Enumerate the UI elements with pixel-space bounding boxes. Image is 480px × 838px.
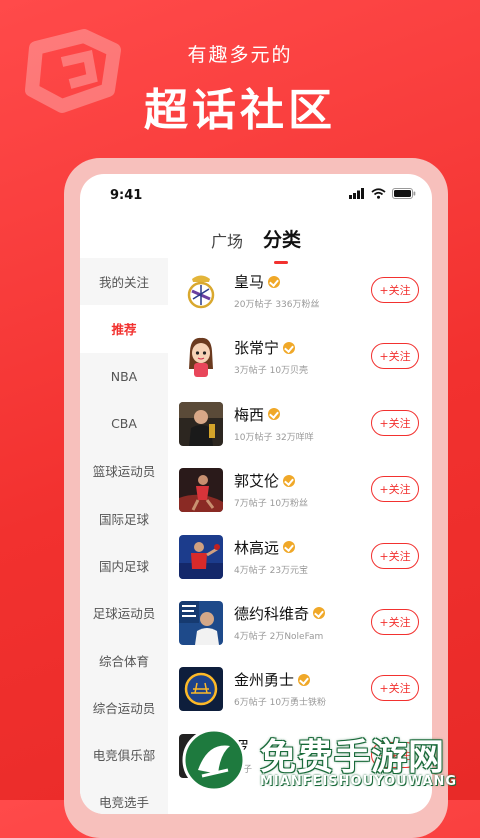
community-name: 林高远 <box>234 537 296 558</box>
cartoon-girl-icon <box>179 335 223 380</box>
sidebar-item-esports-clubs[interactable]: 电竞俱乐部 <box>80 731 168 778</box>
battery-icon <box>392 188 416 199</box>
list-item[interactable]: 德约科维奇 4万帖子 2万NoleFam +关注 <box>168 590 432 656</box>
warriors-logo-icon <box>179 667 223 712</box>
watermark-title: 免费手游网 <box>260 737 446 778</box>
community-stats: 3万帖子 10万贝壳 <box>234 366 309 377</box>
sidebar-item-football-players[interactable]: 足球运动员 <box>80 589 168 636</box>
list-item[interactable]: 郭艾伦 7万帖子 10万粉丝 +关注 <box>168 457 432 523</box>
community-stats: 4万帖子 23万元宝 <box>234 565 309 576</box>
watermark-subtitle: MIANFEISHOUYOUWANG <box>260 774 458 789</box>
tab-bar: 广场 分类 <box>80 222 432 264</box>
signal-icon <box>349 188 364 199</box>
tab-category[interactable]: 分类 <box>263 222 301 264</box>
verified-badge-icon <box>283 341 296 354</box>
follow-button[interactable]: +关注 <box>371 343 419 370</box>
follow-button[interactable]: +关注 <box>371 608 419 635</box>
category-sidebar: 我的关注 推荐 NBA CBA 篮球运动员 国际足球 国内足球 足球运动员 综合… <box>80 258 168 814</box>
community-name: 皇马 <box>234 271 281 292</box>
community-stats: 4万帖子 2万NoleFam <box>234 631 324 642</box>
community-stats: 7万帖子 10万粉丝 <box>234 499 309 510</box>
community-stats: 20万帖子 336万粉丝 <box>234 300 320 310</box>
hero-title: 超话社区 <box>144 85 336 136</box>
verified-badge-icon <box>283 541 296 554</box>
community-stats: 6万帖子 10万勇士铁粉 <box>234 698 327 709</box>
phone-screen: 9:41 广场 分类 我的关注 推荐 NBA CBA 篮球运动员 国际足球 国内… <box>80 174 432 814</box>
sidebar-item-following[interactable]: 我的关注 <box>80 258 168 305</box>
sidebar-item-domestic-football[interactable]: 国内足球 <box>80 542 168 589</box>
watermark: 免费手游网 MIANFEISHOUYOUWANG <box>178 724 478 800</box>
follow-button[interactable]: +关注 <box>371 476 419 503</box>
djokovic-photo-icon <box>179 600 223 645</box>
hero-subtitle: 有趣多元的 <box>187 44 293 66</box>
list-item[interactable]: 皇马 20万帖子 336万粉丝 +关注 <box>168 258 432 324</box>
community-name: 德约科维奇 <box>234 603 326 624</box>
list-item[interactable]: 林高远 4万帖子 23万元宝 +关注 <box>168 524 432 590</box>
watermark-logo-icon <box>182 728 246 792</box>
table-tennis-photo-icon <box>179 534 223 579</box>
verified-badge-icon <box>268 408 281 421</box>
sidebar-item-nba[interactable]: NBA <box>80 353 168 400</box>
status-bar: 9:41 <box>80 174 432 218</box>
basketball-player-photo-icon <box>179 468 223 513</box>
follow-button[interactable]: +关注 <box>371 675 419 702</box>
community-name: 张常宁 <box>234 337 296 358</box>
status-time: 9:41 <box>110 188 143 203</box>
verified-badge-icon <box>268 275 281 288</box>
list-item[interactable]: 金州勇士 6万帖子 10万勇士铁粉 +关注 <box>168 656 432 722</box>
community-name: 金州勇士 <box>234 669 311 690</box>
wifi-icon <box>371 188 386 199</box>
tab-square[interactable]: 广场 <box>211 222 243 258</box>
verified-badge-icon <box>313 607 326 620</box>
real-madrid-crest-icon <box>179 269 223 313</box>
sidebar-item-basketball-players[interactable]: 篮球运动员 <box>80 447 168 494</box>
messi-photo-icon <box>179 401 223 446</box>
community-name: 梅西 <box>234 404 281 425</box>
sidebar-item-general-sports[interactable]: 综合体育 <box>80 636 168 683</box>
list-item[interactable]: 张常宁 3万帖子 10万贝壳 +关注 <box>168 324 432 390</box>
verified-badge-icon <box>298 673 311 686</box>
list-item[interactable]: 梅西 10万帖子 32万咩咩 +关注 <box>168 391 432 457</box>
sidebar-item-recommended[interactable]: 推荐 <box>80 305 168 353</box>
sidebar-item-intl-football[interactable]: 国际足球 <box>80 494 168 541</box>
verified-badge-icon <box>283 474 296 487</box>
follow-button[interactable]: +关注 <box>371 409 419 436</box>
sidebar-item-cba[interactable]: CBA <box>80 400 168 447</box>
sidebar-item-esports-players[interactable]: 电竞选手 <box>80 778 168 814</box>
community-name: 郭艾伦 <box>234 470 296 491</box>
follow-button[interactable]: +关注 <box>371 542 419 569</box>
follow-button[interactable]: +关注 <box>371 277 419 303</box>
community-stats: 10万帖子 32万咩咩 <box>234 432 314 443</box>
sidebar-item-general-athletes[interactable]: 综合运动员 <box>80 684 168 731</box>
